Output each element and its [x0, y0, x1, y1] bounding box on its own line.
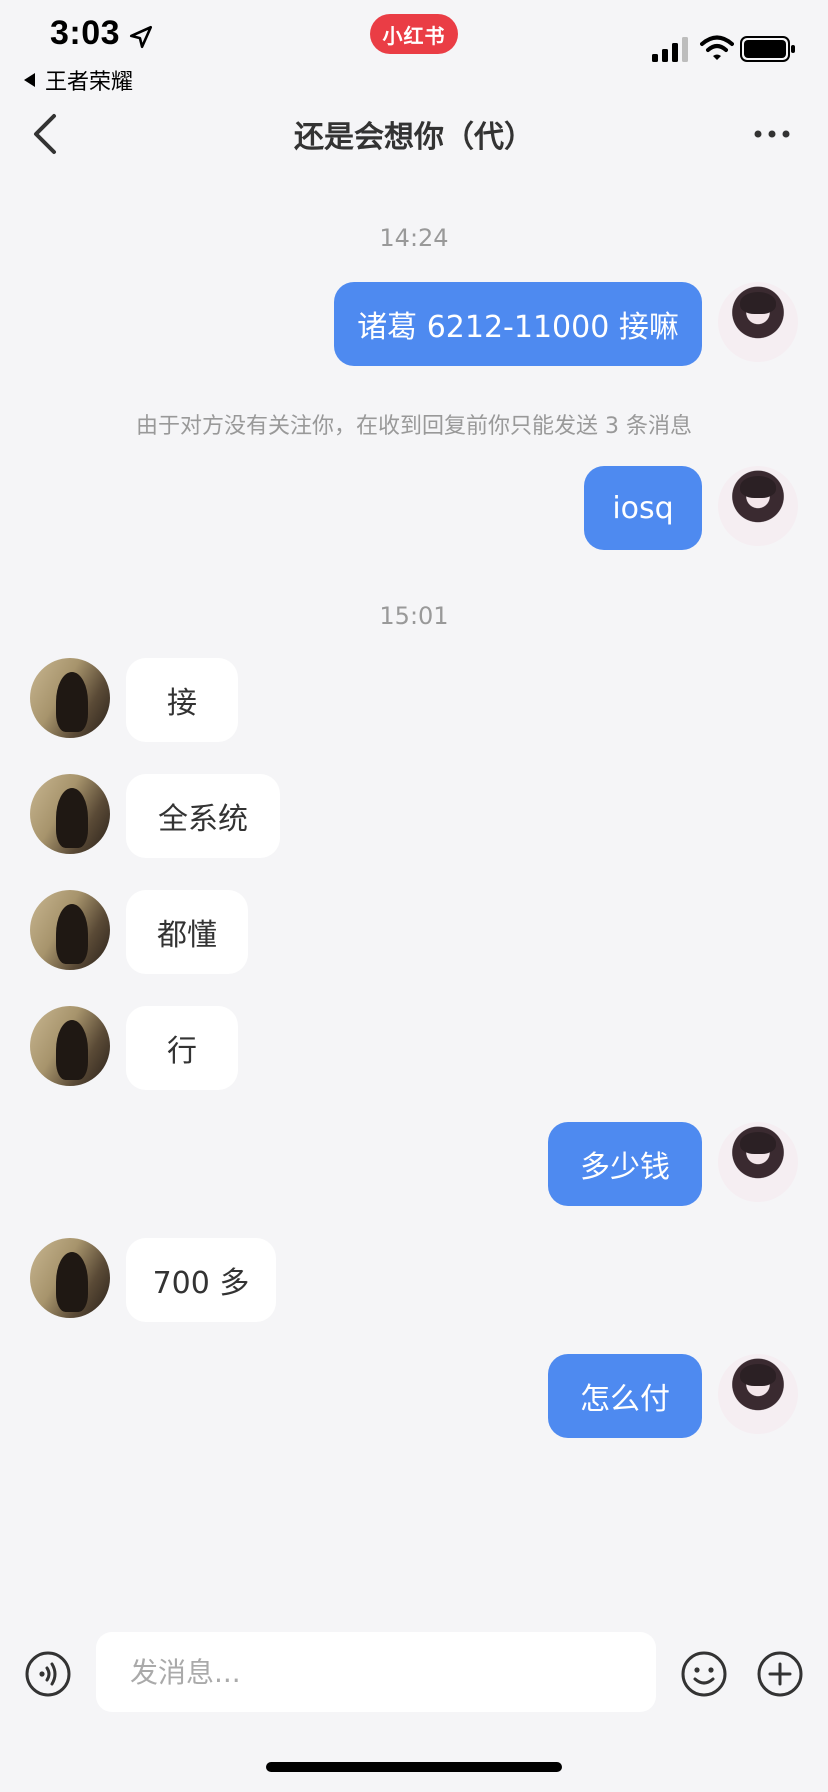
my-message-bubble[interactable]: 诸葛 6212-11000 接嘛: [334, 282, 702, 366]
app-badge: 小红书: [370, 14, 458, 54]
more-dots-icon[interactable]: [752, 122, 792, 146]
back-triangle-icon: [24, 73, 35, 87]
message-input-bar: [0, 1620, 828, 1730]
contact-avatar[interactable]: [30, 1006, 110, 1086]
wifi-icon: [700, 35, 734, 60]
contact-avatar[interactable]: [30, 774, 110, 854]
contact-message-bubble[interactable]: 700 多: [126, 1238, 276, 1322]
timestamp: 15:01: [379, 602, 449, 630]
system-notice: 由于对方没有关注你，在收到回复前你只能发送 3 条消息: [136, 414, 692, 439]
location-arrow-icon: [129, 25, 153, 49]
message-input[interactable]: [96, 1632, 656, 1712]
contact-message-bubble[interactable]: 接: [126, 658, 238, 742]
my-message-bubble[interactable]: iosq: [584, 466, 702, 550]
my-avatar[interactable]: [718, 1122, 798, 1202]
contact-avatar[interactable]: [30, 890, 110, 970]
status-bar: 3:03 王者荣耀 小红书: [0, 0, 828, 95]
emoji-icon[interactable]: [680, 1650, 728, 1698]
timestamp: 14:24: [379, 224, 449, 252]
contact-avatar[interactable]: [30, 658, 110, 738]
chat-title: 还是会想你（代）: [294, 120, 534, 155]
contact-message-bubble[interactable]: 行: [126, 1006, 238, 1090]
my-avatar[interactable]: [718, 1354, 798, 1434]
chat-header: 还是会想你（代）: [0, 92, 828, 176]
my-avatar[interactable]: [718, 282, 798, 362]
contact-message-bubble[interactable]: 全系统: [126, 774, 280, 858]
voice-icon[interactable]: [24, 1650, 72, 1698]
plus-icon[interactable]: [756, 1650, 804, 1698]
my-message-bubble[interactable]: 怎么付: [548, 1354, 702, 1438]
home-indicator[interactable]: [266, 1762, 562, 1772]
battery-icon: [740, 36, 795, 62]
status-time: 3:03: [50, 14, 121, 52]
my-avatar[interactable]: [718, 466, 798, 546]
contact-avatar[interactable]: [30, 1238, 110, 1318]
contact-message-bubble[interactable]: 都懂: [126, 890, 248, 974]
cellular-signal-icon: [652, 37, 688, 62]
my-message-bubble[interactable]: 多少钱: [548, 1122, 702, 1206]
